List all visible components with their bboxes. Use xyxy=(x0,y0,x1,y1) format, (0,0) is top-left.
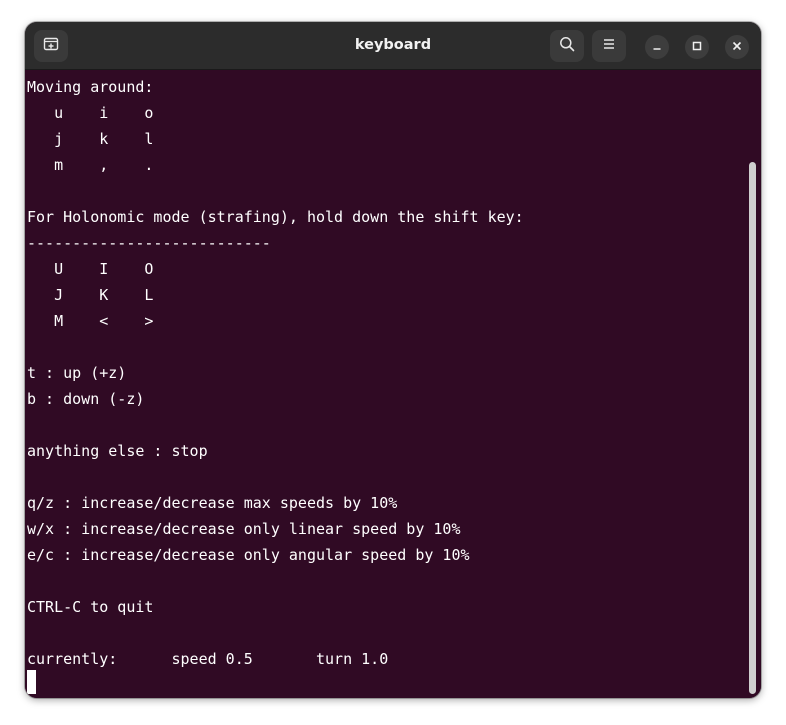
terminal-line: u i o xyxy=(27,104,154,122)
terminal-cursor xyxy=(27,670,36,694)
terminal-line: M < > xyxy=(27,312,154,330)
terminal-window: keyboard Moving around: u i o j k l m , … xyxy=(25,22,761,698)
terminal-line: Moving around: xyxy=(27,78,154,96)
menu-button[interactable] xyxy=(592,30,626,62)
maximize-icon xyxy=(692,38,702,56)
terminal-output[interactable]: Moving around: u i o j k l m , . For Hol… xyxy=(25,70,761,698)
terminal-line: U I O xyxy=(27,260,154,278)
terminal-line: j k l xyxy=(27,130,154,148)
title-bar[interactable]: keyboard xyxy=(25,22,761,70)
terminal-line: b : down (-z) xyxy=(27,390,145,408)
terminal-line: currently: speed 0.5 turn 1.0 xyxy=(27,650,389,668)
minimize-icon xyxy=(652,38,662,56)
terminal-line: For Holonomic mode (strafing), hold down… xyxy=(27,208,524,226)
search-icon xyxy=(559,36,575,57)
terminal-line: w/x : increase/decrease only linear spee… xyxy=(27,520,461,538)
maximize-button[interactable] xyxy=(685,35,709,59)
terminal-line: m , . xyxy=(27,156,154,174)
search-button[interactable] xyxy=(550,30,584,62)
terminal-line: e/c : increase/decrease only angular spe… xyxy=(27,546,470,564)
terminal-line: t : up (+z) xyxy=(27,364,127,382)
minimize-button[interactable] xyxy=(645,35,669,59)
terminal-line: --------------------------- xyxy=(27,234,271,252)
scrollbar-thumb[interactable] xyxy=(749,162,756,694)
terminal-line: CTRL-C to quit xyxy=(27,598,154,616)
terminal-line: J K L xyxy=(27,286,154,304)
terminal-line: q/z : increase/decrease max speeds by 10… xyxy=(27,494,398,512)
hamburger-menu-icon xyxy=(602,37,616,56)
terminal-line: anything else : stop xyxy=(27,442,208,460)
close-button[interactable] xyxy=(725,35,749,59)
close-icon xyxy=(732,38,742,56)
